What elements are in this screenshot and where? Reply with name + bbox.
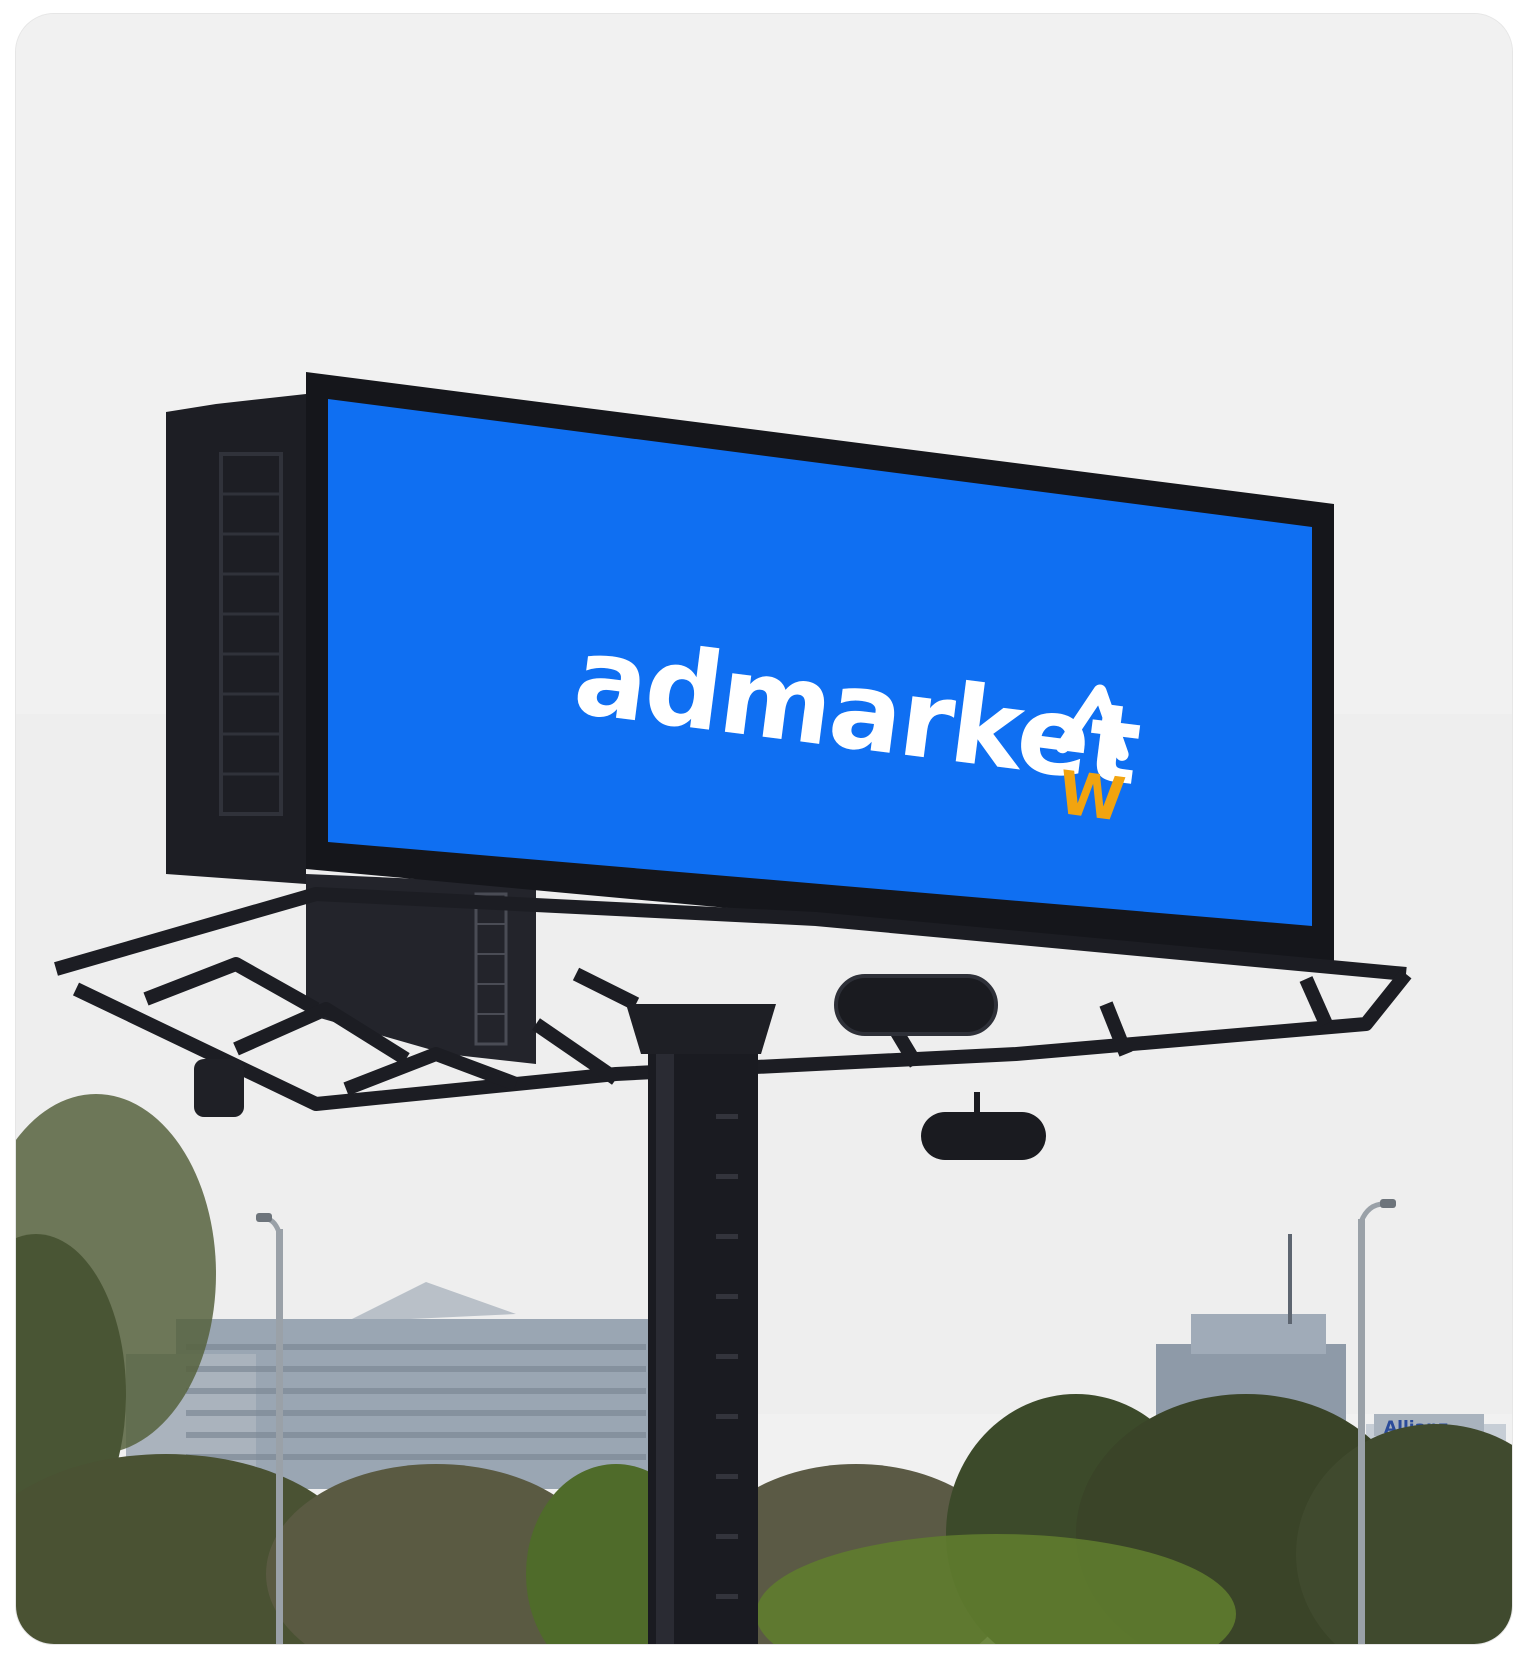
light-mount xyxy=(974,1092,980,1116)
billboard-light-bottom xyxy=(921,1112,1046,1160)
billboard-scene: Allianz xyxy=(16,14,1512,1644)
logo-w-letter: W xyxy=(1054,758,1129,836)
billboard-pole xyxy=(626,1004,776,1644)
billboard-photo: Allianz xyxy=(16,14,1512,1644)
billboard-light-top xyxy=(834,974,998,1036)
billboard-light-left xyxy=(194,1059,244,1117)
